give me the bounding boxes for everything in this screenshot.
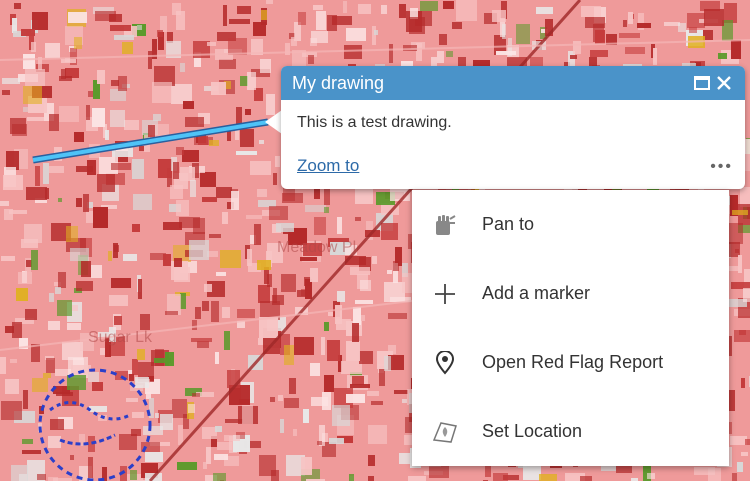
menu-item-label: Add a marker — [482, 283, 591, 303]
menu-item-label: Pan to — [482, 214, 535, 234]
zoom-to-link[interactable]: Zoom to — [297, 156, 359, 176]
more-actions-button[interactable]: ••• — [710, 158, 733, 176]
location-pin-icon — [432, 350, 458, 376]
popup-window: My drawing This is a test drawing. Zoom … — [281, 66, 745, 189]
close-icon[interactable] — [713, 72, 735, 94]
popup-title: My drawing — [292, 72, 385, 93]
menu-item-label: Set Location — [482, 421, 583, 441]
menu-item-label: Open Red Flag Report — [482, 352, 664, 372]
menu-item-red-flag-report[interactable]: Open Red Flag Report — [412, 328, 729, 397]
popup-description: This is a test drawing. — [297, 114, 452, 131]
map-label-sugar: Sugar Lk — [88, 329, 153, 346]
map-label-meadow: Meadow Pl — [277, 239, 356, 256]
pan-hand-icon — [432, 212, 458, 238]
menu-item-pan-to[interactable]: Pan to — [412, 190, 729, 259]
actions-menu: Pan to Add a marker Open Red Flag Report… — [412, 190, 729, 466]
maximize-icon[interactable] — [691, 72, 713, 94]
plus-icon — [432, 281, 458, 307]
popup-pointer — [265, 110, 282, 134]
set-location-icon — [432, 419, 458, 445]
menu-item-add-marker[interactable]: Add a marker — [412, 259, 729, 328]
menu-item-set-location[interactable]: Set Location — [412, 397, 729, 466]
popup-header: My drawing — [281, 66, 745, 100]
popup-body: This is a test drawing. Zoom to ••• — [281, 100, 745, 189]
